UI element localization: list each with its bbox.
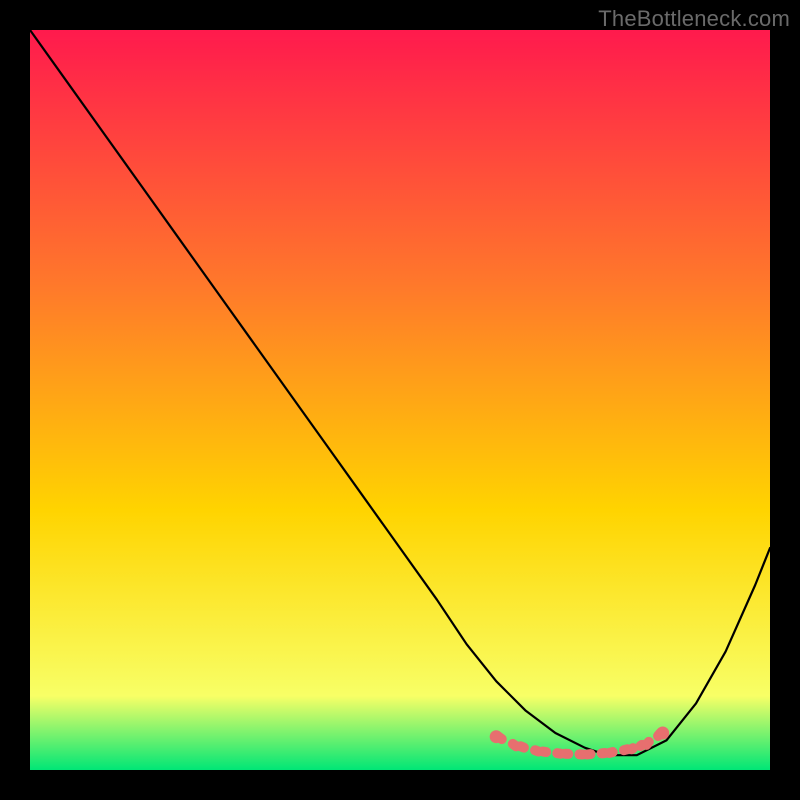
gradient-background: [30, 30, 770, 770]
marker-dash: [646, 742, 648, 745]
marker-dash: [632, 748, 633, 749]
marker-dot: [490, 730, 503, 743]
chart-plot: [30, 30, 770, 770]
marker-dash: [521, 746, 524, 747]
marker-dot: [656, 727, 669, 740]
marker-dash: [543, 752, 546, 753]
watermark-text: TheBottleneck.com: [598, 6, 790, 32]
chart-frame: TheBottleneck.com: [0, 0, 800, 800]
marker-dash: [609, 752, 612, 753]
